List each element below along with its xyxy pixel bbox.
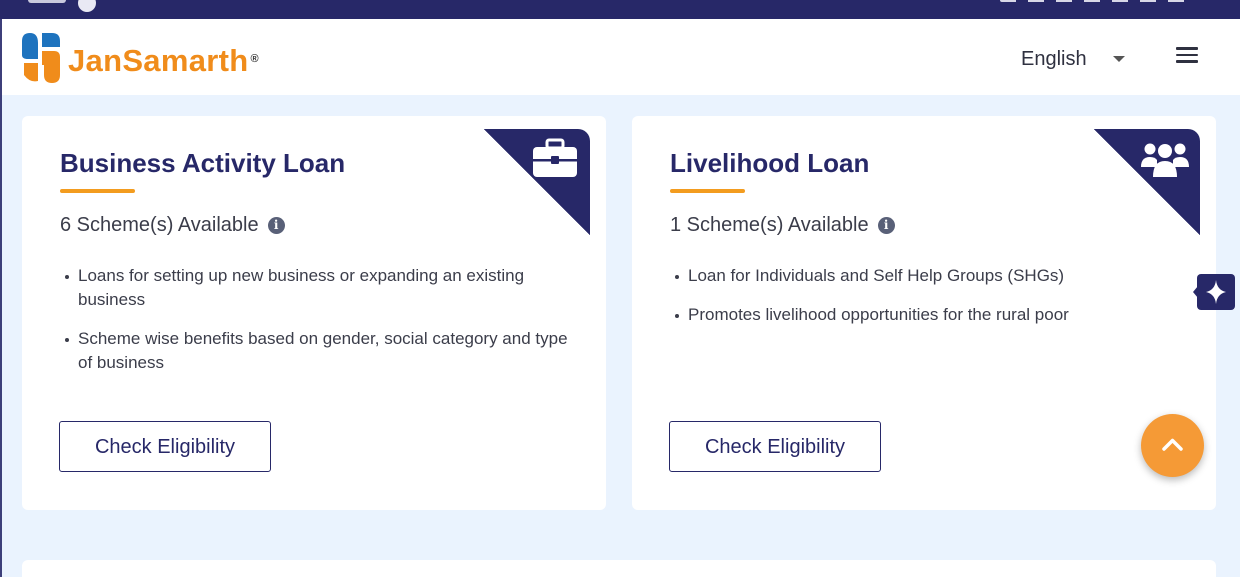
status-time bbox=[28, 0, 66, 3]
chevron-up-icon bbox=[1162, 438, 1183, 451]
feature-list: Loans for setting up new business or exp… bbox=[60, 264, 570, 390]
info-icon[interactable]: i bbox=[267, 217, 285, 234]
loan-card-business-activity: Business Activity Loan 6 Scheme(s) Avail… bbox=[22, 116, 606, 510]
loan-card-next bbox=[22, 560, 1216, 577]
card-title: Livelihood Loan bbox=[670, 148, 870, 178]
status-indicator bbox=[78, 0, 96, 12]
card-corner-ribbon bbox=[484, 129, 590, 235]
check-eligibility-button[interactable]: Check Eligibility bbox=[59, 421, 271, 472]
loan-card-livelihood: Livelihood Loan 1 Scheme(s) Available i … bbox=[632, 116, 1216, 510]
briefcase-icon bbox=[533, 138, 577, 177]
language-selected: English bbox=[1021, 47, 1087, 70]
scroll-to-top-button[interactable] bbox=[1141, 414, 1204, 477]
group-icon bbox=[1141, 143, 1189, 177]
brand-name: JanSamarth ® bbox=[68, 43, 259, 78]
card-title: Business Activity Loan bbox=[60, 148, 346, 178]
card-corner-ribbon bbox=[1094, 129, 1200, 235]
brand-logo[interactable]: JanSamarth ® bbox=[20, 29, 265, 85]
logo-mark-icon bbox=[22, 33, 60, 83]
title-underline bbox=[60, 189, 135, 193]
status-icons bbox=[1000, 0, 1190, 2]
scheme-count-text: 1 Scheme(s) Available bbox=[670, 214, 869, 236]
scheme-count: 6 Scheme(s) Available i bbox=[60, 214, 285, 237]
scheme-count: 1 Scheme(s) Available i bbox=[670, 214, 895, 237]
status-bar bbox=[0, 0, 1240, 19]
list-item: Scheme wise benefits based on gender, so… bbox=[60, 327, 570, 375]
scheme-count-text: 6 Scheme(s) Available bbox=[60, 214, 259, 236]
check-eligibility-button[interactable]: Check Eligibility bbox=[669, 421, 881, 472]
chevron-down-icon bbox=[1112, 56, 1125, 62]
assistant-button[interactable] bbox=[1197, 274, 1235, 310]
list-item: Loans for setting up new business or exp… bbox=[60, 264, 570, 312]
hamburger-icon[interactable] bbox=[1176, 47, 1198, 63]
list-item: Promotes livelihood opportunities for th… bbox=[670, 303, 1180, 327]
window-edge bbox=[0, 19, 2, 577]
info-icon[interactable]: i bbox=[877, 217, 895, 234]
title-underline bbox=[670, 189, 745, 193]
site-header: JanSamarth ® English bbox=[2, 19, 1240, 95]
feature-list: Loan for Individuals and Self Help Group… bbox=[670, 264, 1180, 342]
sparkle-icon bbox=[1206, 280, 1226, 304]
language-selector[interactable]: English bbox=[1021, 45, 1125, 73]
list-item: Loan for Individuals and Self Help Group… bbox=[670, 264, 1180, 288]
